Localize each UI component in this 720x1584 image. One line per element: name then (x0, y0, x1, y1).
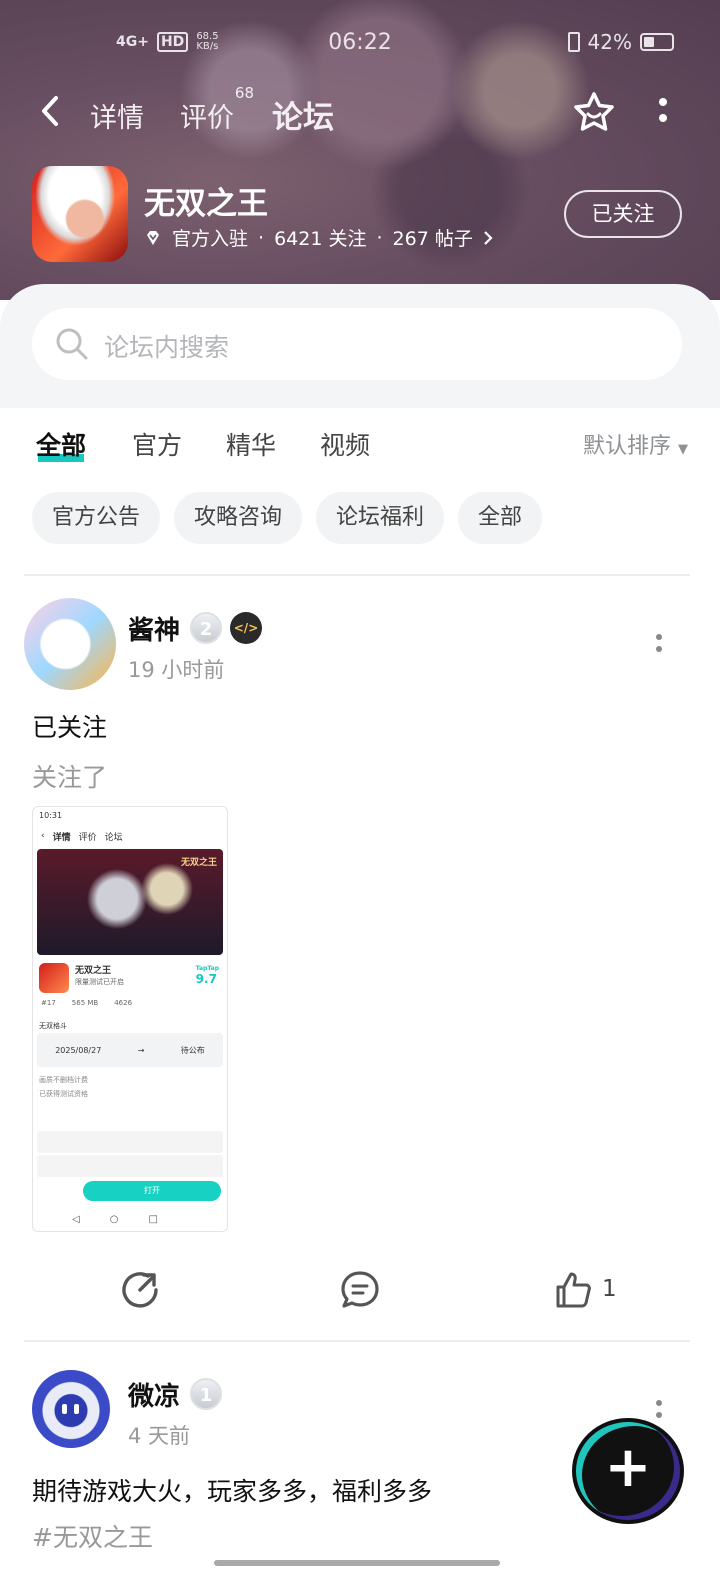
tab-reviews-label: 评价 (180, 103, 234, 134)
category-chips: 官方公告 攻略咨询 论坛福利 全部 (32, 492, 543, 544)
app-icon (32, 166, 128, 262)
verified-diamond-icon (147, 230, 159, 245)
avatar[interactable] (32, 1370, 110, 1448)
search-area: 论坛内搜索 (0, 284, 720, 408)
comment-icon[interactable] (338, 1268, 382, 1312)
following-button[interactable]: 已关注 (564, 190, 682, 238)
posts-count: 267 帖子 (392, 228, 473, 250)
chip-all[interactable]: 全部 (458, 492, 543, 544)
tab-forum-label: 论坛 (272, 100, 334, 136)
filter-tab-official[interactable]: 官方 (132, 426, 182, 462)
post-body[interactable]: 关注了 (32, 758, 107, 794)
status-bar: 4G+ HD 68.5 KB/s 06:22 42% (0, 28, 720, 64)
tab-forum[interactable]: 论坛 (270, 92, 336, 139)
battery-icon (640, 33, 674, 51)
developer-badge-icon: </> (230, 612, 262, 644)
sort-dropdown[interactable]: 默认排序 ▼ (583, 428, 688, 460)
avatar[interactable] (24, 598, 116, 690)
post-time: 4 天前 (128, 1424, 191, 1448)
vibrate-icon (567, 32, 580, 52)
app-name: 无双之王 (144, 186, 268, 222)
tab-details[interactable]: 详情 (90, 96, 144, 135)
post-actions: 1 (0, 1262, 720, 1318)
more-options-icon[interactable] (656, 98, 670, 126)
game-banner: 4G+ HD 68.5 KB/s 06:22 42% 详情 评价 68 论坛 无… (0, 0, 720, 300)
level-badge: 1 (190, 1378, 222, 1410)
battery-percent: 42% (587, 30, 632, 54)
home-indicator[interactable] (214, 1560, 500, 1566)
divider (24, 1340, 690, 1342)
filter-tab-video[interactable]: 视频 (320, 426, 370, 462)
app-meta[interactable]: 官方入驻 · 6421 关注 · 267 帖子 (144, 224, 493, 251)
chip-benefits[interactable]: 论坛福利 (316, 492, 445, 544)
back-arrow-icon[interactable] (38, 94, 62, 134)
share-icon[interactable] (118, 1268, 162, 1312)
post-hashtag[interactable]: #无双之王 (32, 1518, 153, 1554)
filter-tab-featured[interactable]: 精华 (226, 426, 276, 462)
chip-guides[interactable]: 攻略咨询 (174, 492, 303, 544)
post-more-icon[interactable] (656, 1400, 664, 1424)
search-placeholder: 论坛内搜索 (104, 333, 230, 362)
like-thumb-icon[interactable] (552, 1268, 596, 1312)
tab-reviews[interactable]: 评价 68 (180, 84, 254, 135)
chevron-right-icon (484, 230, 493, 245)
search-icon (56, 328, 88, 360)
level-badge: 2 (190, 612, 222, 644)
reviews-count: 68 (234, 84, 254, 102)
app-header: 无双之王 官方入驻 · 6421 关注 · 267 帖子 已关注 (32, 166, 682, 266)
post-image[interactable]: 10:31 ‹ 详情 评价 论坛 无双之王 无双之王 限量测试已开启 TapTa… (32, 806, 228, 1232)
post-author[interactable]: 酱神 (128, 610, 180, 647)
post-author[interactable]: 微凉 (128, 1376, 180, 1413)
filter-tab-all[interactable]: 全部 (36, 426, 86, 462)
plus-icon: + (604, 1435, 652, 1500)
caret-down-icon: ▼ (678, 442, 688, 457)
post-title[interactable]: 期待游戏大火，玩家多多，福利多多 (32, 1472, 432, 1508)
forum-search-input[interactable]: 论坛内搜索 (32, 308, 682, 380)
divider (24, 574, 690, 576)
create-post-button[interactable]: + (576, 1422, 680, 1520)
verified-label: 官方入驻 (172, 228, 249, 250)
post-time: 19 小时前 (128, 658, 225, 682)
chip-announcements[interactable]: 官方公告 (32, 492, 161, 544)
post-more-icon[interactable] (656, 634, 664, 658)
like-count: 1 (602, 1276, 617, 1302)
top-nav: 详情 评价 68 论坛 (0, 84, 720, 142)
filter-tabs: 全部 官方 精华 视频 默认排序 ▼ (0, 426, 720, 470)
post-title[interactable]: 已关注 (32, 708, 107, 744)
favorite-star-icon[interactable] (572, 90, 616, 134)
followers-count: 6421 关注 (274, 228, 367, 250)
